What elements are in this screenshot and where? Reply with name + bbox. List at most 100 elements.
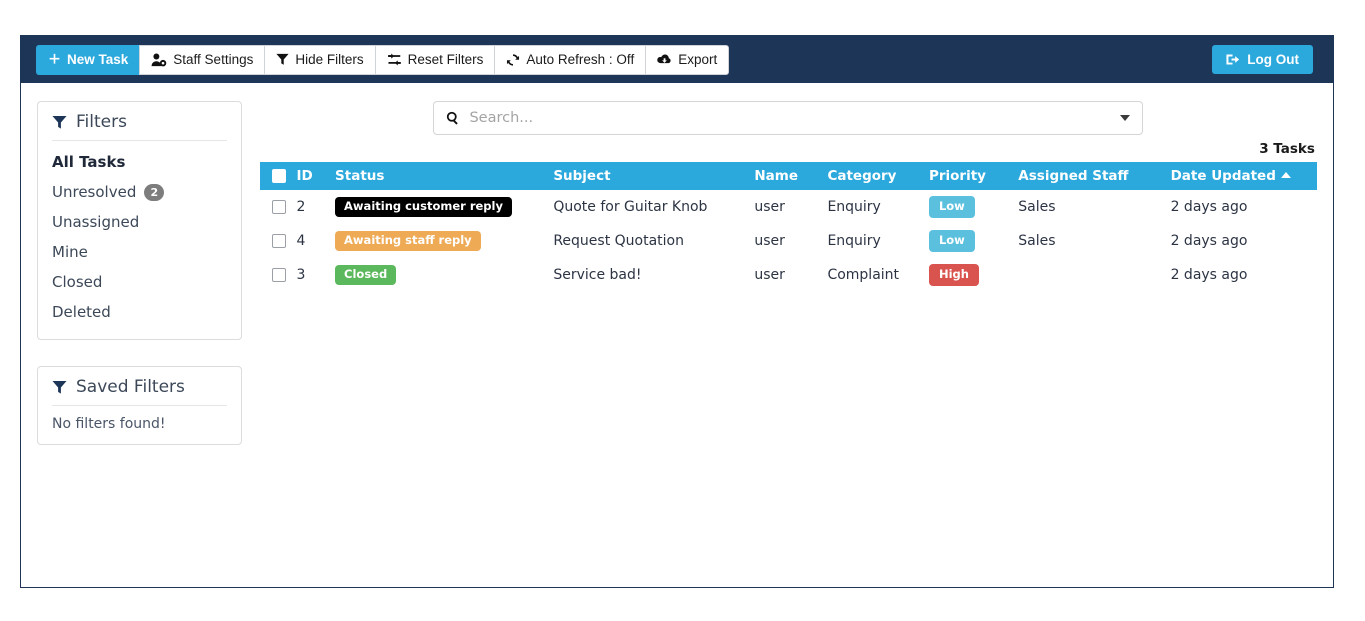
search-box[interactable] — [433, 101, 1144, 135]
cell-status: Awaiting staff reply — [329, 224, 547, 258]
cell-name: user — [754, 199, 785, 215]
auto-refresh-label: Auto Refresh : Off — [526, 51, 635, 67]
caret-down-icon[interactable] — [1120, 115, 1131, 121]
cell-id: 3 — [296, 267, 306, 283]
staff-settings-button[interactable]: Staff Settings — [139, 44, 265, 75]
cell-assigned-staff: Sales — [1018, 199, 1056, 215]
cell-date-updated: 2 days ago — [1170, 267, 1248, 283]
cell-date-updated: 2 days ago — [1170, 233, 1248, 249]
cell-id: 2 — [296, 199, 306, 215]
staff-settings-label: Staff Settings — [173, 51, 254, 67]
filters-panel-title: Filters — [76, 112, 127, 132]
app-window: New Task Staff Settings Hide Filters Res… — [20, 35, 1334, 588]
funnel-icon — [52, 115, 67, 130]
new-task-button[interactable]: New Task — [36, 44, 140, 75]
sidebar-item-label: Mine — [52, 243, 88, 261]
task-count-label: 3 Tasks — [1259, 141, 1315, 157]
content-area: Filters All Tasks Unresolved 2 Unassigne… — [21, 83, 1333, 589]
sidebar-item-mine[interactable]: Mine — [52, 237, 227, 267]
saved-filters-empty-text: No filters found! — [52, 416, 166, 432]
cell-name: user — [754, 267, 785, 283]
export-label: Export — [678, 51, 718, 67]
sidebar-item-label: Deleted — [52, 303, 111, 321]
cell-priority: Low — [923, 224, 1012, 258]
plus-icon — [48, 53, 61, 66]
th-subject[interactable]: Subject — [547, 162, 749, 190]
cell-category: Enquiry — [827, 199, 881, 215]
sidebar-item-deleted[interactable]: Deleted — [52, 297, 227, 327]
th-status[interactable]: Status — [329, 162, 548, 190]
logout-button[interactable]: Log Out — [1212, 45, 1313, 74]
reset-filters-button[interactable]: Reset Filters — [374, 44, 495, 75]
cell-priority: Low — [923, 190, 1012, 224]
toolbar-button-group: New Task Staff Settings Hide Filters Res… — [36, 44, 730, 75]
sort-asc-icon — [1280, 172, 1291, 178]
row-select-cell — [260, 224, 290, 258]
hide-filters-button[interactable]: Hide Filters — [264, 44, 375, 75]
sidebar: Filters All Tasks Unresolved 2 Unassigne… — [37, 101, 242, 589]
cloud-download-icon — [657, 53, 672, 66]
top-toolbar: New Task Staff Settings Hide Filters Res… — [21, 36, 1333, 83]
search-input[interactable] — [460, 109, 1121, 127]
status-badge: Awaiting staff reply — [335, 230, 481, 252]
th-date-updated-label: Date Updated — [1170, 168, 1276, 184]
sidebar-item-label: All Tasks — [52, 153, 126, 171]
th-date-updated[interactable]: Date Updated — [1164, 162, 1317, 190]
row-checkbox[interactable] — [272, 268, 286, 282]
funnel-icon — [52, 380, 67, 395]
sidebar-item-label: Closed — [52, 273, 103, 291]
filters-panel-header: Filters — [52, 112, 227, 141]
tasks-table: ID Status Subject Name Category Priority… — [260, 162, 1317, 292]
status-badge: Closed — [335, 264, 397, 286]
row-checkbox[interactable] — [272, 200, 286, 214]
cell-subject[interactable]: Service bad! — [547, 258, 748, 292]
cell-status: Awaiting customer reply — [329, 190, 547, 224]
cell-subject[interactable]: Quote for Guitar Knob — [547, 190, 748, 224]
th-select-all — [260, 162, 291, 190]
funnel-icon — [276, 53, 289, 66]
cell-priority: High — [923, 258, 1012, 292]
saved-filters-panel: Saved Filters No filters found! — [37, 366, 242, 445]
search-icon — [446, 111, 460, 125]
row-checkbox[interactable] — [272, 234, 286, 248]
cell-assigned-staff: Sales — [1018, 233, 1056, 249]
sidebar-item-unresolved[interactable]: Unresolved 2 — [52, 177, 227, 207]
sidebar-item-all-tasks[interactable]: All Tasks — [52, 147, 227, 177]
tasks-table-header: ID Status Subject Name Category Priority… — [260, 162, 1317, 190]
th-assigned-staff[interactable]: Assigned Staff — [1012, 162, 1165, 190]
table-row[interactable]: 4 Awaiting staff reply Request Quotation… — [260, 224, 1317, 258]
status-badge: Awaiting customer reply — [335, 196, 512, 218]
table-header-row: ID Status Subject Name Category Priority… — [260, 162, 1317, 190]
sidebar-item-closed[interactable]: Closed — [52, 267, 227, 297]
th-name[interactable]: Name — [748, 162, 822, 190]
cell-subject[interactable]: Request Quotation — [547, 224, 748, 258]
saved-filters-panel-header: Saved Filters — [52, 377, 227, 406]
exchange-icon — [387, 53, 402, 66]
table-row[interactable]: 2 Awaiting customer reply Quote for Guit… — [260, 190, 1317, 224]
tasks-table-body: 2 Awaiting customer reply Quote for Guit… — [260, 190, 1317, 292]
main-panel: 3 Tasks ID Status Subject Name Category … — [242, 101, 1317, 589]
user-gear-icon — [151, 53, 167, 67]
cell-date-updated: 2 days ago — [1170, 199, 1248, 215]
select-all-checkbox[interactable] — [272, 169, 286, 183]
th-id[interactable]: ID — [290, 162, 330, 190]
cell-id: 4 — [296, 233, 306, 249]
filter-list: All Tasks Unresolved 2 Unassigned Mine C… — [52, 141, 227, 327]
export-button[interactable]: Export — [645, 44, 730, 75]
refresh-icon — [506, 53, 520, 67]
priority-badge: Low — [928, 229, 975, 253]
sign-out-icon — [1226, 53, 1240, 66]
cell-status: Closed — [329, 258, 547, 292]
sidebar-item-unassigned[interactable]: Unassigned — [52, 207, 227, 237]
sidebar-item-label: Unresolved — [52, 183, 137, 201]
th-priority[interactable]: Priority — [922, 162, 1013, 190]
unresolved-count-badge: 2 — [144, 183, 165, 201]
new-task-label: New Task — [67, 51, 129, 67]
filters-panel: Filters All Tasks Unresolved 2 Unassigne… — [37, 101, 242, 340]
auto-refresh-button[interactable]: Auto Refresh : Off — [494, 44, 646, 75]
th-category[interactable]: Category — [821, 162, 923, 190]
cell-category: Complaint — [827, 267, 900, 283]
table-row[interactable]: 3 Closed Service bad! user Complaint Hig… — [260, 258, 1317, 292]
priority-badge: Low — [928, 195, 975, 219]
saved-filters-panel-title: Saved Filters — [76, 377, 185, 397]
